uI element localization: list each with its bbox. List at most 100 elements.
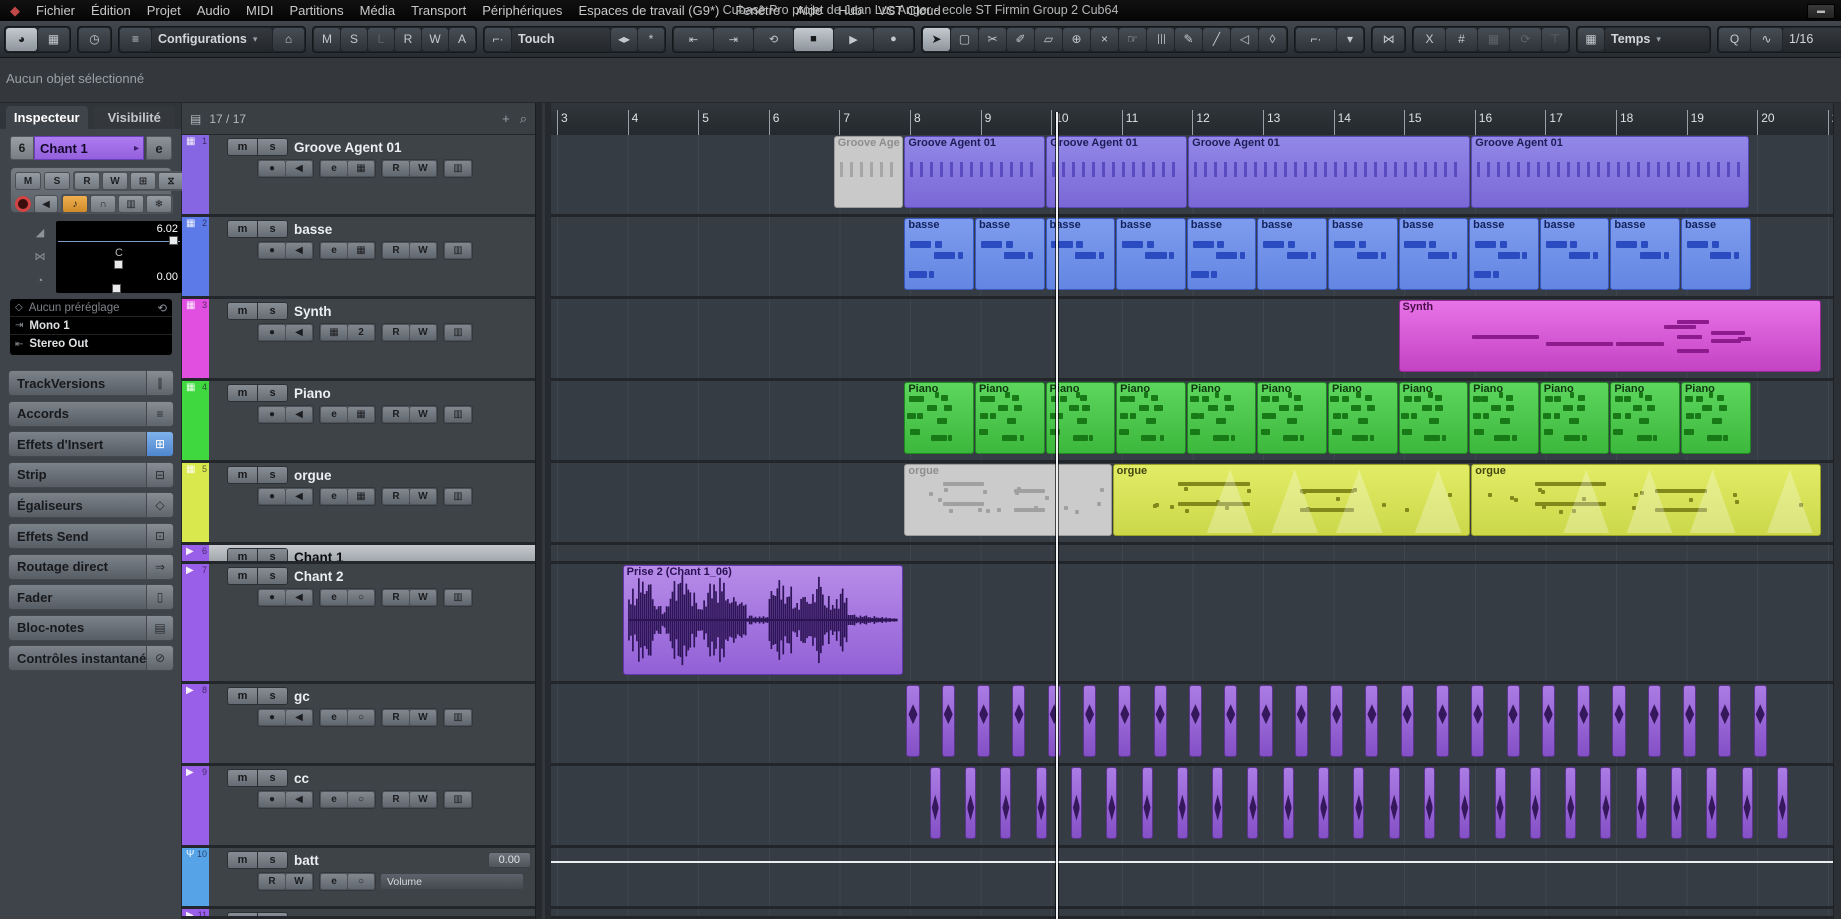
clip-gc-14[interactable] (1401, 685, 1414, 757)
menu-audio[interactable]: Audio (189, 3, 238, 18)
clip-orgue[interactable]: orgue (904, 464, 1111, 536)
clip-orgue[interactable]: orgue (1113, 464, 1471, 536)
quick-controls-icon[interactable]: ⊘ (146, 646, 173, 670)
global-automation-s[interactable]: S (341, 28, 367, 51)
clip-basse[interactable]: basse (1681, 218, 1751, 290)
goto-previous-marker-button[interactable]: ⇤ (674, 28, 713, 51)
channel-icon[interactable]: ⊞ (130, 172, 156, 190)
draw-tool[interactable]: ✎ (1175, 28, 1202, 51)
lanes-icon[interactable]: ▥ (118, 195, 144, 213)
range-selection-tool[interactable]: ▢ (951, 28, 978, 51)
track-solo-button[interactable]: s (257, 549, 287, 564)
track-solo-button[interactable]: s (257, 221, 287, 237)
menu-partitions[interactable]: Partitions (281, 3, 351, 18)
instrument-icon[interactable]: ▦ (348, 243, 374, 258)
track-row-chant-2[interactable]: ▶7msChant 2●◀e○RW▥ (182, 564, 535, 684)
glue-tool[interactable]: ✐ (1007, 28, 1034, 51)
inspector-section-routage-direct[interactable]: Routage direct⇒ (8, 554, 174, 580)
bezier-icon[interactable]: ⧖ (158, 172, 184, 190)
minimize-button[interactable]: ▬ (1807, 4, 1835, 19)
pan-slider[interactable]: C (56, 245, 182, 269)
clip-basse[interactable]: basse (1116, 218, 1186, 290)
clip-orgue[interactable]: orgue (1471, 464, 1821, 536)
sends-icon[interactable]: ⊡ (146, 524, 173, 548)
clip-cc-5[interactable] (1106, 767, 1117, 839)
punch-buttons[interactable]: ◂▸ (611, 28, 637, 51)
monitor-button[interactable]: ◀ (286, 590, 312, 605)
split-tool[interactable]: ✂ (979, 28, 1006, 51)
write-automation-button[interactable]: W (410, 161, 436, 176)
track-solo-button[interactable]: s (257, 688, 287, 704)
track-mute-button[interactable]: m (228, 467, 257, 483)
clip-gc-8[interactable] (1189, 685, 1202, 757)
clip-piano[interactable]: Piano (1610, 382, 1680, 454)
monitor-button[interactable]: ◀ (286, 325, 312, 340)
step-dropdown-icon[interactable]: ▾ (1337, 28, 1363, 51)
track-row-gc[interactable]: ▶8msgc●◀e○RW▥ (182, 684, 535, 766)
automation-curve[interactable] (551, 861, 1833, 863)
monitor-button[interactable]: ◀ (286, 161, 312, 176)
audition-tool[interactable]: ◁ (1231, 28, 1258, 51)
write-automation-button[interactable]: W (410, 792, 436, 807)
monitor-button[interactable]: ◀ (34, 195, 58, 213)
mute-tool[interactable]: × (1091, 28, 1118, 51)
clip-piano[interactable]: Piano (1399, 382, 1469, 454)
clip-cc-17[interactable] (1530, 767, 1541, 839)
clip-cc-12[interactable] (1353, 767, 1364, 839)
read-automation-button[interactable]: R (383, 792, 409, 807)
track-solo-button[interactable]: s (257, 568, 287, 584)
volume-handle[interactable] (169, 236, 178, 245)
monitor-button[interactable]: ◀ (286, 407, 312, 422)
edit-instrument-button[interactable]: e (321, 489, 347, 504)
vertical-scrollbar[interactable] (1833, 103, 1841, 919)
track-row-groove-agent-01[interactable]: ▦1msGroove Agent 01●◀e▦RW▥ (182, 135, 535, 217)
clip-cc-7[interactable] (1177, 767, 1188, 839)
solo-button[interactable]: S (44, 172, 70, 190)
clip-basse[interactable]: basse (1610, 218, 1680, 290)
trackversions-icon[interactable]: ∥ (146, 371, 173, 395)
edit-channel-button[interactable]: e (321, 874, 347, 889)
clip-cc-13[interactable] (1389, 767, 1400, 839)
clip-basse[interactable]: basse (1399, 218, 1469, 290)
edit-instrument-button[interactable]: e (321, 161, 347, 176)
open-device-button[interactable]: ○ (348, 710, 374, 725)
global-automation-w[interactable]: W (422, 28, 448, 51)
menu-projet[interactable]: Projet (139, 3, 189, 18)
quantize-preset-dropdown[interactable]: 1/16 ⟳ (1783, 28, 1841, 51)
clip-gc-18[interactable] (1542, 685, 1555, 757)
record-enable-button[interactable]: ● (259, 489, 285, 504)
auto-crossfade-button[interactable]: ⋈ (1373, 28, 1404, 51)
clip-groove-agent-01[interactable]: Groove Agent 01 (1188, 136, 1470, 208)
metronome-button[interactable]: ◷ (79, 28, 110, 51)
track-mute-button[interactable]: m (228, 568, 257, 584)
clip-cc-20[interactable] (1636, 767, 1647, 839)
track-row-chant-3[interactable]: ▶11msChant 3 (182, 909, 535, 919)
clip-cc-18[interactable] (1565, 767, 1576, 839)
goto-next-marker-button[interactable]: ⇥ (714, 28, 753, 51)
menu-media[interactable]: Média (352, 3, 403, 18)
clip-cc-23[interactable] (1742, 767, 1753, 839)
track-solo-button[interactable]: s (257, 913, 287, 919)
edit-instrument-button[interactable]: e (321, 243, 347, 258)
preset-reset-icon[interactable]: ⟲ (157, 301, 167, 315)
track-name-field[interactable]: Chant 1 ▸ (34, 136, 144, 160)
inspector-section-egaliseurs[interactable]: Égaliseurs◇ (8, 492, 174, 518)
clip-piano[interactable]: Piano (1681, 382, 1751, 454)
clip-gc-21[interactable] (1648, 685, 1661, 757)
preset-row[interactable]: ◇ Aucun préréglage ⟲ (10, 299, 172, 317)
read-automation-button[interactable]: R (383, 407, 409, 422)
input-routing-row[interactable]: ⇥ Mono 1 (10, 317, 172, 335)
drum-editor-button[interactable]: ▦ (321, 325, 347, 340)
clip-gc-3[interactable] (1012, 685, 1025, 757)
lock-icon[interactable]: ∩ (90, 195, 116, 213)
find-track-icon[interactable]: ⌕ (520, 111, 527, 127)
quantize-button[interactable]: Q (1719, 28, 1750, 51)
track-list-config-button[interactable]: ≡ (120, 28, 151, 51)
lanes-icon[interactable]: ▥ (445, 489, 471, 504)
track-list-icon[interactable]: ▤ (190, 112, 201, 126)
write-button[interactable]: W (102, 172, 128, 190)
write-automation-button[interactable]: W (410, 243, 436, 258)
track-mute-button[interactable]: m (228, 139, 257, 155)
record-button[interactable]: ● (874, 28, 913, 51)
read-button[interactable]: R (74, 172, 100, 190)
